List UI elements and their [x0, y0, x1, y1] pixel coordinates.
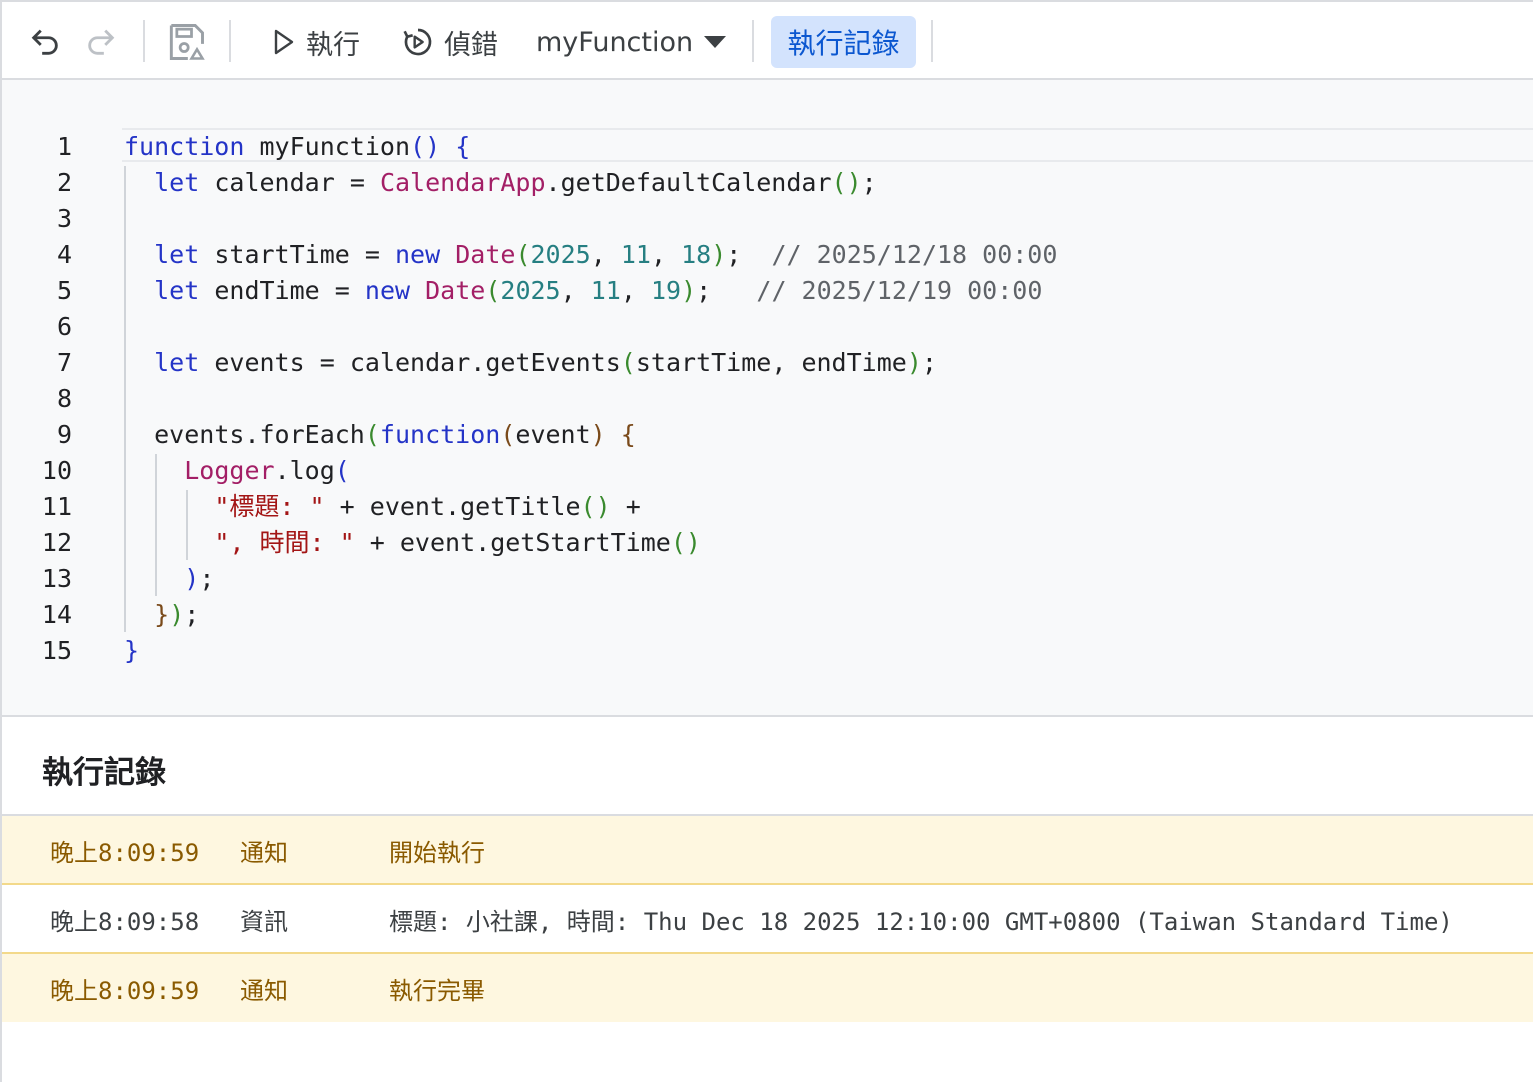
code-line[interactable]: let calendar = CalendarApp.getDefaultCal… [124, 165, 1057, 201]
log-level: 通知 [240, 976, 288, 1005]
code-line[interactable]: function myFunction() { [124, 129, 1057, 165]
function-select-value: myFunction [536, 26, 694, 58]
play-icon [272, 28, 296, 56]
function-select[interactable]: myFunction [536, 16, 727, 68]
dropdown-arrow-icon [703, 35, 727, 49]
code-line[interactable]: ", 時間: " + event.getStartTime() [124, 525, 1057, 561]
code-line[interactable] [124, 309, 1057, 345]
log-message: 執行完畢 [389, 976, 485, 1005]
log-row: 晚上8:09:58 資訊 標題: 小社課, 時間: Thu Dec 18 202… [2, 885, 1533, 953]
toolbar-divider [143, 20, 145, 62]
toolbar-divider [752, 20, 754, 62]
code-line[interactable]: Logger.log( [124, 453, 1057, 489]
log-level: 通知 [240, 838, 288, 867]
run-label: 執行 [306, 29, 360, 61]
code-editor[interactable]: 1 2 3 4 5 6 7 8 9 10 11 12 13 14 15 func… [0, 80, 1533, 717]
undo-button[interactable] [28, 16, 62, 68]
line-number: 10 [41, 456, 72, 485]
log-row: 晚上8:09:59 通知 開始執行 [2, 816, 1533, 884]
execution-log-panel: 執行記錄 晚上8:09:59 通知 開始執行 晚上8:09:58 資訊 標題: … [0, 717, 1533, 1082]
log-time: 晚上8:09:59 [50, 838, 200, 867]
code-line[interactable] [124, 381, 1057, 417]
undo-icon [28, 25, 62, 59]
save-button[interactable] [164, 16, 208, 68]
log-time: 晚上8:09:59 [50, 976, 200, 1005]
line-number: 13 [41, 564, 72, 593]
debug-label: 偵錯 [444, 29, 498, 61]
line-number: 1 [56, 132, 72, 161]
toolbar-divider [229, 20, 231, 62]
execution-log-label: 執行記錄 [787, 27, 900, 60]
line-number: 12 [41, 528, 72, 557]
code-line[interactable] [124, 201, 1057, 237]
line-number: 15 [41, 636, 72, 665]
log-message: 開始執行 [389, 838, 485, 867]
toolbar-divider [931, 20, 933, 62]
code-line[interactable]: let events = calendar.getEvents(startTim… [124, 345, 1057, 381]
line-number: 4 [56, 240, 72, 269]
code-line[interactable]: }); [124, 597, 1057, 633]
execution-log-button[interactable]: 執行記錄 [771, 16, 916, 68]
code-content[interactable]: function myFunction() { let calendar = C… [124, 129, 1057, 669]
log-row: 晚上8:09:59 通知 執行完畢 [2, 954, 1533, 1022]
code-line[interactable]: let endTime = new Date(2025, 11, 19); //… [124, 273, 1057, 309]
line-number: 3 [56, 204, 72, 233]
log-level: 資訊 [240, 907, 288, 936]
log-message: 標題: 小社課, 時間: Thu Dec 18 2025 12:10:00 GM… [389, 907, 1453, 936]
code-line[interactable]: ); [124, 561, 1057, 597]
line-number-gutter: 1 2 3 4 5 6 7 8 9 10 11 12 13 14 15 [2, 129, 72, 669]
redo-icon [84, 25, 118, 59]
line-number: 8 [56, 384, 72, 413]
line-number: 6 [56, 312, 72, 341]
log-panel-title: 執行記錄 [42, 755, 166, 791]
debug-icon [402, 26, 434, 58]
code-line[interactable]: events.forEach(function(event) { [124, 417, 1057, 453]
line-number: 2 [56, 168, 72, 197]
line-number: 7 [56, 348, 72, 377]
line-number: 5 [56, 276, 72, 305]
toolbar: 執行 偵錯 myFunction 執行記錄 [0, 0, 1533, 80]
save-to-drive-icon [164, 20, 208, 64]
line-number: 9 [56, 420, 72, 449]
debug-button[interactable]: 偵錯 [402, 16, 498, 68]
log-time: 晚上8:09:58 [50, 907, 200, 936]
code-line[interactable]: "標題: " + event.getTitle() + [124, 489, 1057, 525]
line-number: 14 [41, 600, 72, 629]
code-line[interactable]: } [124, 633, 1057, 669]
line-number: 11 [41, 492, 72, 521]
redo-button[interactable] [84, 16, 118, 68]
run-button[interactable]: 執行 [272, 16, 360, 68]
code-line[interactable]: let startTime = new Date(2025, 11, 18); … [124, 237, 1057, 273]
